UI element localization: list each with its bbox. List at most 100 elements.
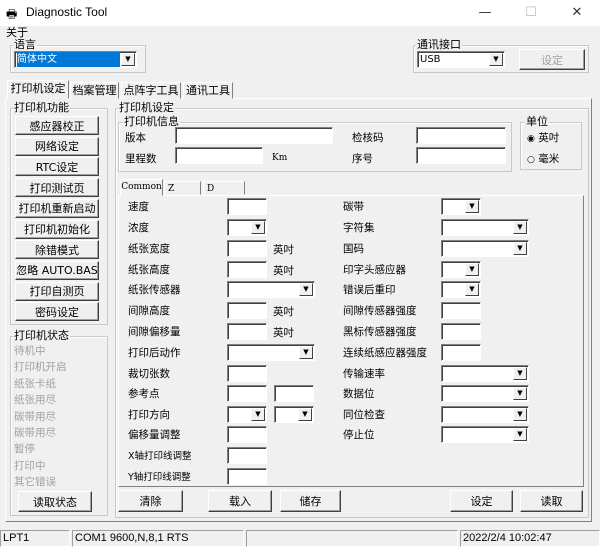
- comm-select[interactable]: USB ▼: [417, 51, 505, 68]
- status-item: 碳带用尽: [14, 427, 56, 439]
- printer-init-button[interactable]: 打印机初始化: [15, 219, 99, 239]
- left-setting-label: 纸张宽度: [128, 243, 170, 255]
- close-button[interactable]: ✕: [554, 0, 600, 26]
- minimize-button[interactable]: —: [462, 0, 508, 26]
- right-setting-field[interactable]: [441, 302, 481, 319]
- left-setting-field[interactable]: [274, 385, 314, 402]
- right-setting-field[interactable]: [441, 344, 481, 361]
- left-setting-label: X轴打印线调整: [128, 451, 192, 462]
- checksum-label: 检核码: [352, 132, 384, 144]
- subtab-common[interactable]: Common: [120, 179, 163, 196]
- left-setting-field[interactable]: [227, 385, 267, 402]
- left-setting-select[interactable]: ▼: [227, 281, 315, 298]
- set-button[interactable]: 设定: [450, 490, 513, 512]
- left-setting-field[interactable]: [227, 261, 267, 278]
- read-status-button[interactable]: 读取状态: [18, 491, 92, 512]
- right-setting-select[interactable]: ▼: [441, 385, 529, 402]
- left-setting-field[interactable]: [227, 323, 267, 340]
- maximize-button[interactable]: ☐: [508, 0, 554, 26]
- version-field[interactable]: [175, 127, 333, 144]
- chevron-down-icon: ▼: [299, 283, 313, 296]
- left-setting-field[interactable]: [227, 468, 267, 485]
- left-setting-label: 参考点: [128, 388, 160, 400]
- tab-comm-tool[interactable]: 通讯工具: [183, 82, 233, 99]
- printer-restart-button[interactable]: 打印机重新启动: [15, 198, 99, 218]
- print-test-page-button[interactable]: 打印测试页: [15, 178, 99, 198]
- tab-bitmap-font-tool[interactable]: 点阵字工具: [121, 82, 181, 99]
- right-setting-select[interactable]: ▼: [441, 219, 529, 236]
- left-setting-field[interactable]: [227, 426, 267, 443]
- unit-inch-radio[interactable]: ◉ 英吋: [527, 130, 559, 145]
- sensor-calibration-button[interactable]: 感应器校正: [15, 116, 99, 135]
- chevron-down-icon: ▼: [465, 283, 479, 296]
- serial-field[interactable]: [416, 147, 506, 164]
- chevron-down-icon: ▼: [251, 408, 265, 421]
- language-value: 简体中文: [17, 52, 120, 67]
- km-unit: Km: [272, 153, 288, 163]
- debug-mode-button[interactable]: 除错模式: [15, 240, 99, 260]
- comm-value: USB: [420, 54, 441, 65]
- tab-printer-settings[interactable]: 打印机设定: [7, 80, 69, 99]
- tab-file-management[interactable]: 档案管理: [70, 82, 119, 99]
- left-setting-label: 间隙偏移量: [128, 326, 181, 338]
- right-setting-select[interactable]: ▼: [441, 261, 481, 278]
- right-setting-select[interactable]: ▼: [441, 426, 529, 443]
- subtab-d[interactable]: D: [203, 181, 245, 195]
- clear-button[interactable]: 清除: [118, 490, 183, 512]
- left-setting-label: 纸张高度: [128, 264, 170, 276]
- right-setting-label: 印字头感应器: [343, 264, 406, 276]
- unit-label: 单位: [525, 115, 549, 128]
- left-setting-field[interactable]: [227, 240, 267, 257]
- left-setting-select[interactable]: ▼: [227, 219, 267, 236]
- chevron-down-icon: ▼: [251, 221, 265, 234]
- chevron-down-icon: ▼: [513, 387, 527, 400]
- right-setting-select[interactable]: ▼: [441, 406, 529, 423]
- left-setting-select[interactable]: ▼: [227, 406, 267, 423]
- password-settings-button[interactable]: 密码设定: [15, 302, 99, 322]
- right-setting-select[interactable]: ▼: [441, 281, 481, 298]
- comm-set-button[interactable]: 设定: [519, 49, 585, 70]
- inch-unit: 英吋: [273, 265, 294, 277]
- status-item: 暂停: [14, 443, 35, 456]
- title-bar: 🖶 Diagnostic Tool — ☐ ✕: [0, 0, 600, 26]
- print-self-test-button[interactable]: 打印自测页: [15, 281, 99, 301]
- network-settings-button[interactable]: 网络设定: [15, 136, 99, 156]
- right-setting-select[interactable]: ▼: [441, 198, 481, 215]
- unit-mm-radio[interactable]: ○ 毫米: [527, 151, 559, 166]
- comm-label: 通讯接口: [416, 38, 462, 51]
- left-setting-field[interactable]: [227, 302, 267, 319]
- chevron-down-icon: ▼: [465, 263, 479, 276]
- chevron-down-icon: ▼: [513, 408, 527, 421]
- chevron-down-icon: ▼: [513, 367, 527, 380]
- right-setting-label: 国码: [343, 243, 364, 255]
- left-setting-label: 裁切张数: [128, 368, 170, 380]
- rtc-settings-button[interactable]: RTC设定: [15, 157, 99, 177]
- save-button[interactable]: 储存: [280, 490, 341, 512]
- inch-unit: 英吋: [273, 244, 294, 256]
- left-setting-select[interactable]: ▼: [274, 406, 314, 423]
- window-title: Diagnostic Tool: [26, 5, 108, 19]
- right-setting-label: 间隙传感器强度: [343, 305, 417, 317]
- serial-label: 序号: [352, 153, 373, 165]
- mileage-field[interactable]: [175, 147, 263, 164]
- left-setting-field[interactable]: [227, 447, 267, 464]
- left-setting-field[interactable]: [227, 198, 267, 215]
- subtab-z[interactable]: Z: [164, 181, 201, 195]
- chevron-down-icon: ▼: [489, 53, 503, 66]
- left-setting-select[interactable]: ▼: [227, 344, 315, 361]
- status-item: 纸张卡纸: [14, 377, 56, 390]
- left-setting-field[interactable]: [227, 365, 267, 382]
- left-setting-label: 浓度: [128, 222, 149, 234]
- checksum-field[interactable]: [416, 127, 506, 144]
- radio-unchecked-icon: ○: [527, 155, 535, 165]
- ignore-autobas-button[interactable]: 忽略 AUTO.BAS: [15, 260, 99, 280]
- language-select[interactable]: 简体中文 ▼: [14, 51, 137, 68]
- right-setting-label: 数据位: [343, 388, 375, 400]
- status-item: 碳带用尽: [14, 410, 56, 423]
- right-setting-field[interactable]: [441, 323, 481, 340]
- read-button[interactable]: 读取: [520, 490, 583, 512]
- right-setting-select[interactable]: ▼: [441, 365, 529, 382]
- right-setting-select[interactable]: ▼: [441, 240, 529, 257]
- inch-unit: 英吋: [273, 327, 294, 339]
- load-button[interactable]: 载入: [208, 490, 272, 512]
